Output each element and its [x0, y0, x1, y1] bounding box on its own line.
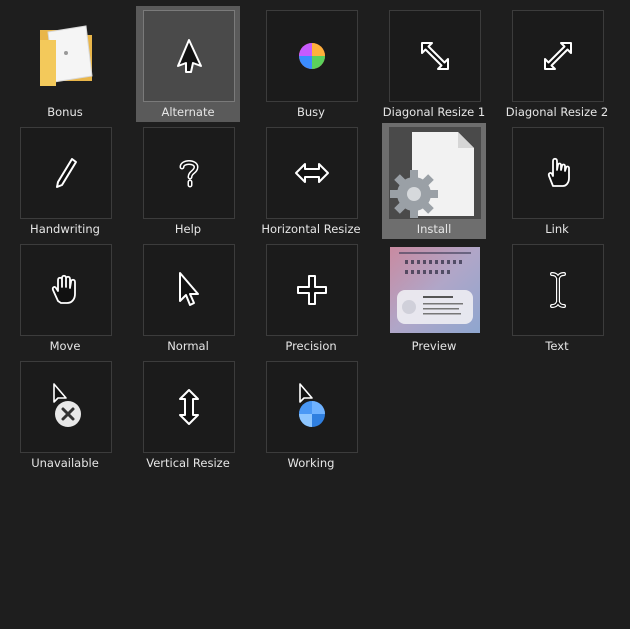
file-label: Diagonal Resize 2	[505, 105, 609, 119]
file-item-working[interactable]: Working	[259, 357, 363, 473]
working-cursor-icon	[266, 361, 358, 453]
text-cursor-icon	[512, 244, 604, 336]
file-label: Diagonal Resize 1	[382, 105, 486, 119]
file-item-unavailable[interactable]: Unavailable	[13, 357, 117, 473]
file-label: Preview	[411, 339, 457, 353]
file-item-link[interactable]: Link	[505, 123, 609, 239]
file-label: Handwriting	[30, 222, 100, 236]
file-label: Unavailable	[31, 456, 99, 470]
file-label: Help	[174, 222, 202, 236]
file-label: Horizontal Resize	[261, 222, 361, 236]
file-item-precision[interactable]: Precision	[259, 240, 363, 356]
file-label: Normal	[167, 339, 209, 353]
file-item-install[interactable]: Install	[382, 123, 486, 239]
vertical-resize-icon	[143, 361, 235, 453]
diagonal-resize-2-icon	[512, 10, 604, 102]
file-label: Vertical Resize	[146, 456, 230, 470]
help-cursor-icon	[143, 127, 235, 219]
file-item-vertical-resize[interactable]: Vertical Resize	[136, 357, 240, 473]
diagonal-resize-1-icon	[389, 10, 481, 102]
handwriting-cursor-icon	[20, 127, 112, 219]
busy-cursor-icon	[266, 10, 358, 102]
file-grid: Bonus Alternate Busy Diagonal Resize 1 D…	[0, 0, 630, 629]
file-item-horizontal-resize[interactable]: Horizontal Resize	[259, 123, 363, 239]
file-label: Bonus	[47, 105, 83, 119]
file-item-handwriting[interactable]: Handwriting	[13, 123, 117, 239]
file-item-text[interactable]: Text	[505, 240, 609, 356]
file-label: Working	[287, 456, 335, 470]
file-item-move[interactable]: Move	[13, 240, 117, 356]
folder-icon	[20, 10, 112, 102]
file-label: Move	[49, 339, 81, 353]
file-item-bonus[interactable]: Bonus	[13, 6, 117, 122]
preview-image-icon	[389, 244, 481, 336]
file-label: Link	[545, 222, 569, 236]
file-label: Install	[416, 222, 452, 236]
unavailable-cursor-icon	[20, 361, 112, 453]
file-item-alternate[interactable]: Alternate	[136, 6, 240, 122]
file-item-help[interactable]: Help	[136, 123, 240, 239]
file-item-diagonal-resize-2[interactable]: Diagonal Resize 2	[505, 6, 609, 122]
link-cursor-icon	[512, 127, 604, 219]
file-label: Text	[545, 339, 569, 353]
file-label: Busy	[297, 105, 325, 119]
file-item-busy[interactable]: Busy	[259, 6, 363, 122]
file-label: Precision	[285, 339, 337, 353]
file-item-normal[interactable]: Normal	[136, 240, 240, 356]
alternate-cursor-icon	[143, 10, 235, 102]
file-item-preview[interactable]: Preview	[382, 240, 486, 356]
file-label: Alternate	[161, 105, 215, 119]
normal-cursor-icon	[143, 244, 235, 336]
install-file-icon	[389, 127, 481, 219]
horizontal-resize-icon	[266, 127, 358, 219]
move-cursor-icon	[20, 244, 112, 336]
file-item-diagonal-resize-1[interactable]: Diagonal Resize 1	[382, 6, 486, 122]
precision-cursor-icon	[266, 244, 358, 336]
